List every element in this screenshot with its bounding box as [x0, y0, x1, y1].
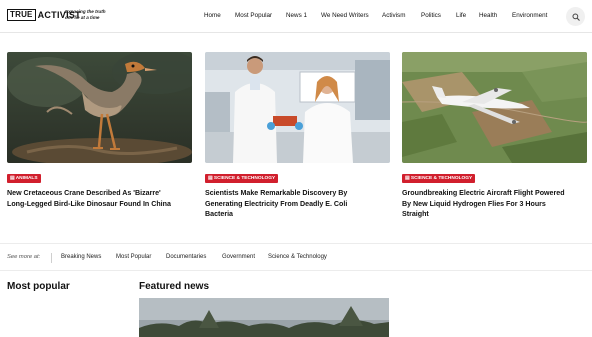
article-image-dinosaur[interactable] — [7, 52, 192, 163]
main-nav: Home Most Popular News 1 We Need Writers… — [0, 12, 592, 22]
category-tag-science-technology[interactable]: ▤ SCIENCE & TECHNOLOGY — [205, 174, 279, 183]
category-tag-science-technology[interactable]: ▤ SCIENCE & TECHNOLOGY — [402, 174, 476, 183]
see-more-bar: See more at: Breaking News Most Popular … — [0, 243, 592, 271]
see-more-link-most-popular[interactable]: Most Popular — [116, 254, 151, 260]
see-more-link-science-technology[interactable]: Science & Technology — [268, 254, 327, 260]
article-image-aircraft[interactable] — [402, 52, 587, 163]
article-title-2[interactable]: Scientists Make Remarkable Discovery By … — [205, 188, 390, 220]
see-more-link-government[interactable]: Government — [222, 254, 255, 260]
nav-item-activism[interactable]: Activism — [382, 12, 405, 19]
most-popular-heading: Most popular — [7, 281, 70, 292]
see-more-divider — [51, 253, 52, 263]
article-title-line: Scientists Make Remarkable Discovery By — [205, 189, 348, 197]
site-header: TRUE ACTIVIST Exposing the truth one lie… — [0, 0, 592, 33]
featured-news-image[interactable] — [139, 298, 389, 337]
see-more-link-documentaries[interactable]: Documentaries — [166, 254, 206, 260]
article-image-scientists[interactable] — [205, 52, 390, 163]
nav-item-environment[interactable]: Environment — [512, 12, 547, 19]
see-more-link-breaking-news[interactable]: Breaking News — [61, 254, 101, 260]
nav-item-politics[interactable]: Politics — [421, 12, 441, 19]
article-title-line: Groundbreaking Electric Aircraft Flight … — [402, 189, 565, 197]
search-icon — [571, 12, 580, 21]
article-title-1[interactable]: New Cretaceous Crane Described As 'Bizar… — [7, 188, 192, 209]
nav-item-most-popular[interactable]: Most Popular — [235, 12, 272, 19]
nav-item-home[interactable]: Home — [204, 12, 221, 19]
category-tag-label: SCIENCE & TECHNOLOGY — [410, 176, 473, 181]
article-title-3[interactable]: Groundbreaking Electric Aircraft Flight … — [402, 188, 587, 220]
search-button[interactable] — [566, 7, 585, 26]
category-tag-animals[interactable]: ▤ ANIMALS — [7, 174, 41, 183]
article-title-line: Generating Electricity From Deadly E. Co… — [205, 199, 348, 208]
article-title-line: Straight — [402, 210, 429, 218]
category-tag-label: SCIENCE & TECHNOLOGY — [213, 176, 276, 181]
category-tag-label: ANIMALS — [15, 176, 38, 181]
nav-item-news[interactable]: News 1 — [286, 12, 307, 19]
article-title-line: New Cretaceous Crane Described As 'Bizar… — [7, 189, 161, 197]
see-more-label: See more at: — [7, 254, 41, 260]
nav-item-health[interactable]: Health — [479, 12, 497, 19]
article-title-line: Long-Legged Bird-Like Dinosaur Found In … — [7, 199, 171, 208]
nav-item-we-need-writers[interactable]: We Need Writers — [321, 12, 369, 19]
article-title-line: Bacteria — [205, 210, 233, 218]
featured-news-heading: Featured news — [139, 281, 210, 292]
nav-item-life[interactable]: Life — [456, 12, 466, 19]
article-title-line: By New Liquid Hydrogen Flies For 3 Hours — [402, 199, 546, 208]
